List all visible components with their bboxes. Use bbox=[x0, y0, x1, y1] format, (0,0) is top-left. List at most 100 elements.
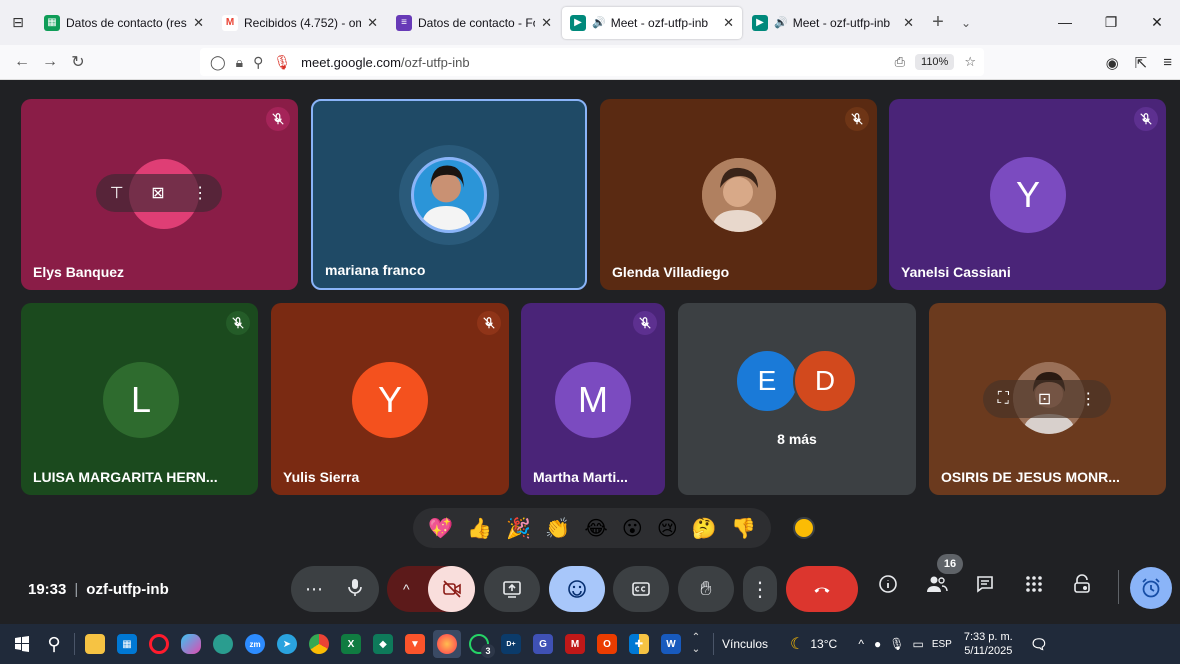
microphone-tray-icon[interactable]: 🎙︎ bbox=[889, 637, 904, 651]
participant-tile-elys[interactable]: ⊤ ⊠ ⋮ Elys Banquez bbox=[21, 99, 298, 290]
close-icon[interactable]: ✕ bbox=[723, 15, 734, 31]
restore-icon[interactable]: ❐ bbox=[1088, 14, 1134, 31]
timer-button[interactable] bbox=[1130, 567, 1172, 609]
lock-icon[interactable]: 🔒︎ bbox=[236, 54, 243, 71]
zoom-app-icon[interactable]: zm bbox=[241, 630, 269, 658]
reaction-party-popper[interactable]: 🎉 bbox=[506, 516, 531, 541]
moon-weather-icon[interactable]: ☾ bbox=[790, 634, 804, 654]
store-icon[interactable]: ▦ bbox=[113, 630, 141, 658]
participant-tile-more[interactable]: E D 8 más bbox=[678, 303, 916, 495]
reactions-button[interactable] bbox=[549, 566, 605, 612]
office-icon[interactable]: O bbox=[593, 630, 621, 658]
tab-forms[interactable]: ≡ Datos de contacto - Form ✕ bbox=[388, 7, 560, 39]
more-options-icon[interactable]: ⋮ bbox=[1080, 389, 1096, 409]
speaker-icon[interactable]: 🔊 bbox=[774, 16, 788, 29]
close-icon[interactable]: ✕ bbox=[903, 15, 914, 31]
close-window-icon[interactable]: ✕ bbox=[1134, 14, 1180, 31]
reaction-thinking[interactable]: 🤔 bbox=[692, 516, 717, 541]
temperature[interactable]: 13°C bbox=[810, 637, 850, 651]
speaker-icon[interactable]: 🔊 bbox=[592, 16, 606, 29]
download-icon[interactable]: ⎙ bbox=[895, 54, 905, 70]
reaction-crying[interactable]: 😢 bbox=[657, 516, 678, 541]
brave-icon[interactable]: ▼ bbox=[401, 630, 429, 658]
tab-meet-active[interactable]: ▶ 🔊 Meet - ozf-utfp-inb ✕ bbox=[562, 6, 742, 39]
participant-tile-martha[interactable]: M Martha Marti... bbox=[521, 303, 665, 495]
more-options-button[interactable]: ⋮ bbox=[743, 566, 777, 612]
mcafee-icon[interactable]: M bbox=[561, 630, 589, 658]
camera-off-button[interactable] bbox=[428, 566, 475, 612]
raise-hand-button[interactable]: ✋︎ bbox=[678, 566, 734, 612]
audio-settings-icon[interactable]: ⋯ bbox=[305, 579, 323, 600]
activities-grid-button[interactable] bbox=[1022, 572, 1046, 596]
reaction-laughing[interactable]: 😂 bbox=[584, 516, 607, 541]
account-icon[interactable]: ◉ bbox=[1106, 54, 1119, 72]
language-indicator[interactable]: ESP bbox=[932, 639, 952, 650]
network-icon[interactable]: ▭ bbox=[912, 637, 923, 651]
disney-plus-icon[interactable]: D+ bbox=[497, 630, 525, 658]
excel-icon[interactable]: X bbox=[337, 630, 365, 658]
participant-tile-glenda[interactable]: Glenda Villadiego bbox=[600, 99, 877, 290]
participant-tile-mariana[interactable]: mariana franco bbox=[311, 99, 587, 290]
pin-icon[interactable]: ⊤ bbox=[110, 183, 124, 203]
share-icon[interactable]: ⇱ bbox=[1135, 54, 1148, 72]
file-explorer-icon[interactable] bbox=[81, 630, 109, 658]
links-toolbar-label[interactable]: Vínculos bbox=[722, 637, 782, 651]
forward-icon[interactable]: → bbox=[36, 53, 64, 71]
close-icon[interactable]: ✕ bbox=[367, 15, 378, 31]
copilot-icon[interactable] bbox=[177, 630, 205, 658]
microphone-icon[interactable]: 🎙︎ bbox=[273, 54, 291, 71]
more-options-icon[interactable]: ⋮ bbox=[192, 183, 208, 203]
notifications-icon[interactable]: 🗨︎ bbox=[1025, 630, 1053, 658]
participant-tile-yulis[interactable]: Y Yulis Sierra bbox=[271, 303, 509, 495]
skin-tone-button[interactable] bbox=[793, 517, 815, 539]
captions-button[interactable] bbox=[613, 566, 669, 612]
url-bar[interactable]: ◯ 🔒︎ ⚲ 🎙︎ meet.google.com/ozf-utfp-inb ⎙… bbox=[200, 48, 984, 76]
frame-icon[interactable]: ⛶ bbox=[998, 390, 1009, 408]
tab-sheets[interactable]: ▦ Datos de contacto (respue ✕ bbox=[36, 7, 212, 39]
word-icon[interactable]: W bbox=[657, 630, 685, 658]
close-icon[interactable]: ✕ bbox=[193, 15, 204, 31]
security-shield-icon[interactable]: ✚ bbox=[625, 630, 653, 658]
leave-call-button[interactable] bbox=[786, 566, 858, 612]
app-tray-icon[interactable]: ● bbox=[874, 637, 881, 651]
tab-gmail[interactable]: M Recibidos (4.752) - omoa2 ✕ bbox=[214, 7, 386, 39]
back-icon[interactable]: ← bbox=[8, 53, 36, 71]
telegram-icon[interactable]: ➤ bbox=[273, 630, 301, 658]
chat-button[interactable] bbox=[973, 572, 997, 596]
chevron-down-icon[interactable]: ⌄ bbox=[952, 16, 980, 30]
close-icon[interactable]: ✕ bbox=[541, 15, 552, 31]
tab-list-icon[interactable]: ⊟ bbox=[0, 0, 36, 45]
new-tab-icon[interactable]: + bbox=[924, 11, 952, 34]
people-button[interactable] bbox=[925, 572, 949, 596]
reload-icon[interactable]: ↻ bbox=[64, 52, 92, 72]
shield-icon[interactable]: ◯ bbox=[210, 54, 226, 71]
zoom-level[interactable]: 110% bbox=[915, 54, 955, 70]
microphone-icon[interactable] bbox=[345, 577, 365, 602]
meeting-details-button[interactable] bbox=[876, 572, 900, 596]
participant-tile-yanelsi[interactable]: Y Yanelsi Cassiani bbox=[889, 99, 1166, 290]
app-icon[interactable]: G bbox=[529, 630, 557, 658]
permissions-icon[interactable]: ⚲ bbox=[253, 54, 263, 71]
system-clock[interactable]: 7:33 p. m. 5/11/2025 bbox=[964, 630, 1013, 658]
windows-start-icon[interactable] bbox=[8, 630, 36, 658]
firefox-icon[interactable] bbox=[433, 630, 461, 658]
opera-icon[interactable] bbox=[145, 630, 173, 658]
app-icon[interactable] bbox=[209, 630, 237, 658]
reaction-clapping[interactable]: 👏 bbox=[545, 516, 570, 541]
remove-from-grid-icon[interactable]: ⊠ bbox=[151, 183, 164, 203]
present-button[interactable] bbox=[484, 566, 540, 612]
video-options-chevron-icon[interactable]: ^ bbox=[403, 581, 410, 597]
reaction-thumbs-up[interactable]: 👍 bbox=[467, 516, 492, 541]
minimize-icon[interactable]: — bbox=[1042, 14, 1088, 31]
bookmark-star-icon[interactable]: ☆ bbox=[964, 54, 976, 70]
whatsapp-icon[interactable]: 3 bbox=[465, 630, 495, 658]
taskbar-scroll-icon[interactable]: ⌃ ⌄ bbox=[689, 630, 703, 658]
reaction-surprised[interactable]: 😮 bbox=[622, 516, 643, 541]
reaction-sparkling-heart[interactable]: 💖 bbox=[428, 516, 453, 541]
tab-meet[interactable]: ▶ 🔊 Meet - ozf-utfp-inb ✕ bbox=[744, 7, 922, 39]
participant-tile-luisa[interactable]: L LUISA MARGARITA HERN... bbox=[21, 303, 258, 495]
menu-icon[interactable]: ≡ bbox=[1163, 54, 1172, 71]
add-photo-icon[interactable]: ⊡ bbox=[1038, 389, 1051, 409]
chrome-icon[interactable] bbox=[305, 630, 333, 658]
show-hidden-icons-icon[interactable]: ^ bbox=[858, 637, 864, 651]
